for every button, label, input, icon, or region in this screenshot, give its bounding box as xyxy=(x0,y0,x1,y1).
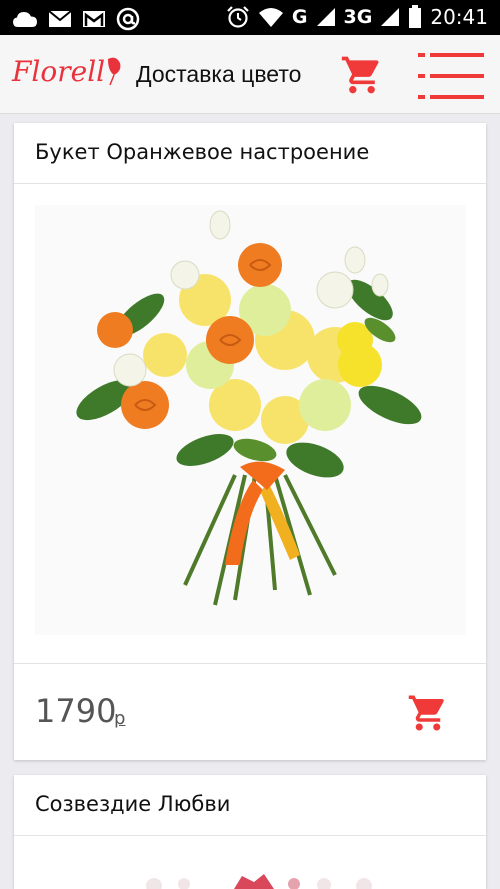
product-card[interactable]: Созвездие Любви xyxy=(14,775,486,889)
app-bar: Florell Доставка цвето xyxy=(0,35,500,114)
battery-icon xyxy=(409,5,422,28)
signal-icon xyxy=(316,8,335,26)
price-currency: р xyxy=(114,708,126,729)
status-bar: G 3G 20:41 xyxy=(0,0,500,35)
product-footer: 1790 р xyxy=(14,664,486,760)
mail-icon xyxy=(48,10,72,27)
product-name[interactable]: Букет Оранжевое настроение xyxy=(14,123,486,184)
product-price: 1790 xyxy=(35,692,117,730)
hamburger-menu-icon[interactable] xyxy=(418,52,484,100)
notification-icons xyxy=(12,7,140,31)
cloud-icon xyxy=(13,12,37,27)
signal-icon xyxy=(381,8,400,26)
alarm-icon xyxy=(227,6,249,28)
bouquet-image[interactable] xyxy=(35,205,466,635)
add-to-cart-icon[interactable] xyxy=(407,692,449,734)
florell-logo[interactable]: Florell xyxy=(10,49,125,95)
product-image-container[interactable] xyxy=(14,836,486,889)
network-type-3g: 3G xyxy=(343,6,373,28)
product-card[interactable]: Букет Оранжевое настроение 1790 р xyxy=(14,123,486,760)
svg-text:Florell: Florell xyxy=(11,55,105,88)
shopping-cart-icon[interactable] xyxy=(340,53,384,97)
at-sign-icon xyxy=(116,7,140,31)
network-type-g: G xyxy=(291,6,308,28)
page-title: Доставка цвето xyxy=(136,61,302,87)
gmail-icon xyxy=(83,11,105,27)
bouquet-image[interactable] xyxy=(114,864,414,889)
clock: 20:41 xyxy=(430,5,488,29)
system-icons: G 3G 20:41 xyxy=(226,5,488,29)
product-name[interactable]: Созвездие Любви xyxy=(14,775,486,836)
product-image-container[interactable] xyxy=(14,184,486,664)
wifi-icon xyxy=(258,8,283,27)
